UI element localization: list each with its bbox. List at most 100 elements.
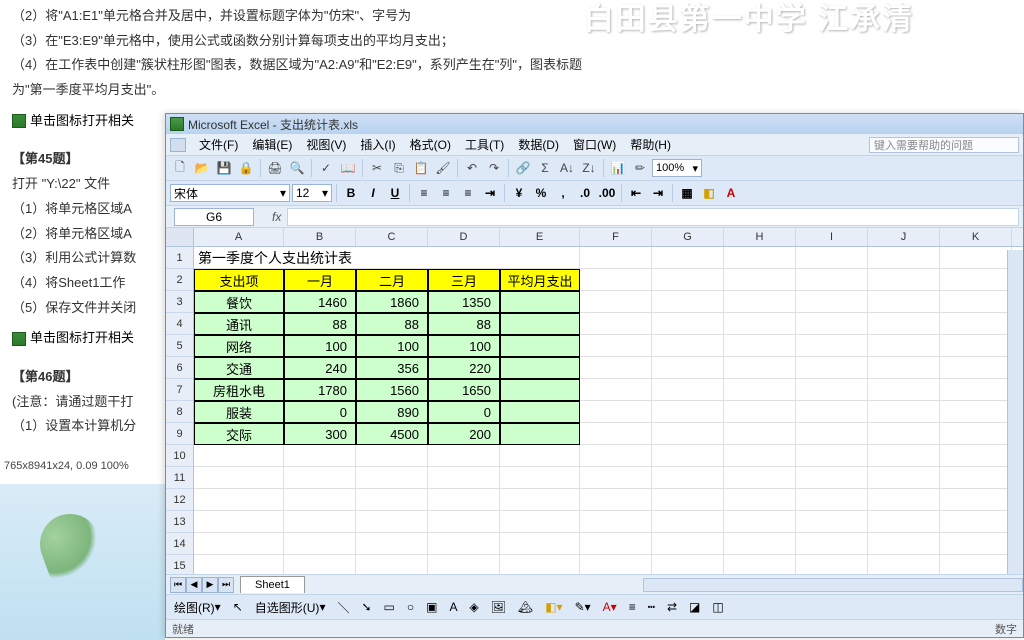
diagram-icon[interactable]: ◈ [466,598,483,616]
drawing-icon[interactable]: ✏ [630,158,650,178]
align-right-icon[interactable]: ≡ [458,183,478,203]
cell[interactable] [940,379,1012,401]
control-menu-icon[interactable] [170,138,186,152]
permission-icon[interactable]: 🔒 [236,158,256,178]
cell[interactable] [940,357,1012,379]
select-all-corner[interactable] [166,228,193,247]
cell[interactable] [724,379,796,401]
format-painter-icon[interactable]: 🖌 [433,158,453,178]
wordart-icon[interactable]: A [445,598,461,616]
hyperlink-icon[interactable]: 🔗 [513,158,533,178]
cell[interactable] [796,467,868,489]
currency-icon[interactable]: ¥ [509,183,529,203]
picture-icon[interactable]: 🏔 [514,598,537,616]
cell[interactable] [500,335,580,357]
align-center-icon[interactable]: ≡ [436,183,456,203]
column-header[interactable]: K [940,228,1012,246]
titlebar[interactable]: Microsoft Excel - 支出统计表.xls [166,114,1023,134]
cell[interactable] [940,423,1012,445]
tab-nav-next-icon[interactable]: ▶ [202,577,218,593]
cell[interactable] [868,533,940,555]
autosum-icon[interactable]: Σ [535,158,555,178]
column-header[interactable]: C [356,228,428,246]
cell[interactable] [724,335,796,357]
cell[interactable] [356,489,428,511]
cell[interactable] [652,247,724,269]
research-icon[interactable]: 📖 [338,158,358,178]
column-header[interactable]: D [428,228,500,246]
borders-icon[interactable]: ▦ [677,183,697,203]
cell[interactable] [724,467,796,489]
save-icon[interactable]: 💾 [214,158,234,178]
cell[interactable] [580,489,652,511]
row-header[interactable]: 12 [166,489,193,511]
cell[interactable] [428,489,500,511]
select-objects-icon[interactable]: ↖ [229,598,247,616]
cell[interactable]: 交际 [194,423,284,445]
cell[interactable] [652,335,724,357]
cell[interactable]: 服装 [194,401,284,423]
clipart-icon[interactable]: 🖼 [487,598,510,616]
cell[interactable] [724,357,796,379]
line-icon[interactable]: ＼ [333,598,353,616]
cell[interactable] [580,555,652,574]
tab-nav-prev-icon[interactable]: ◀ [186,577,202,593]
draw-menu[interactable]: 绘图(R) ▾ [170,598,225,616]
cell[interactable] [194,467,284,489]
cell[interactable] [940,511,1012,533]
cell[interactable] [724,445,796,467]
cell[interactable]: 88 [356,313,428,335]
font-size-select[interactable]: 12▾ [292,184,332,202]
cell[interactable]: 第一季度个人支出统计表 [194,247,580,269]
cell[interactable] [940,489,1012,511]
menu-item[interactable]: 帮助(H) [623,136,678,154]
cell[interactable]: 200 [428,423,500,445]
cell[interactable]: 100 [356,335,428,357]
cell[interactable] [868,445,940,467]
cell[interactable] [940,247,1012,269]
cell[interactable] [796,357,868,379]
cell[interactable] [500,445,580,467]
help-search-box[interactable]: 键入需要帮助的问题 [869,137,1019,153]
cell[interactable] [940,467,1012,489]
menu-item[interactable]: 编辑(E) [245,136,299,154]
row-header[interactable]: 3 [166,291,193,313]
cell[interactable] [796,489,868,511]
cell[interactable] [580,467,652,489]
cell[interactable]: 890 [356,401,428,423]
cell[interactable] [868,555,940,574]
cell[interactable] [652,445,724,467]
cell[interactable] [796,533,868,555]
cell[interactable] [580,357,652,379]
shadow-icon[interactable]: ◪ [685,598,704,616]
cell[interactable]: 88 [428,313,500,335]
comma-icon[interactable]: , [553,183,573,203]
name-box[interactable]: G6 [174,208,254,226]
menu-item[interactable]: 数据(D) [511,136,566,154]
cell[interactable] [652,357,724,379]
row-header[interactable]: 9 [166,423,193,445]
cell[interactable] [940,533,1012,555]
cell[interactable] [652,313,724,335]
menu-item[interactable]: 窗口(W) [566,136,623,154]
row-header[interactable]: 2 [166,269,193,291]
preview-icon[interactable]: 🔍 [287,158,307,178]
cell[interactable] [796,555,868,574]
cell[interactable] [652,269,724,291]
cell[interactable]: 1780 [284,379,356,401]
cell[interactable] [428,555,500,574]
cell[interactable]: 一月 [284,269,356,291]
cell[interactable] [724,533,796,555]
sort-desc-icon[interactable]: Z↓ [579,158,599,178]
horizontal-scrollbar[interactable] [643,578,1023,592]
cell[interactable] [796,379,868,401]
cell[interactable] [500,555,580,574]
chart-icon[interactable]: 📊 [608,158,628,178]
cell[interactable] [724,401,796,423]
row-header[interactable]: 1 [166,247,193,269]
arrow-icon[interactable]: ➘ [357,598,375,616]
cell[interactable] [580,335,652,357]
autoshapes-menu[interactable]: 自选图形(U) ▾ [251,598,330,616]
cell[interactable] [580,247,652,269]
cell[interactable] [940,401,1012,423]
